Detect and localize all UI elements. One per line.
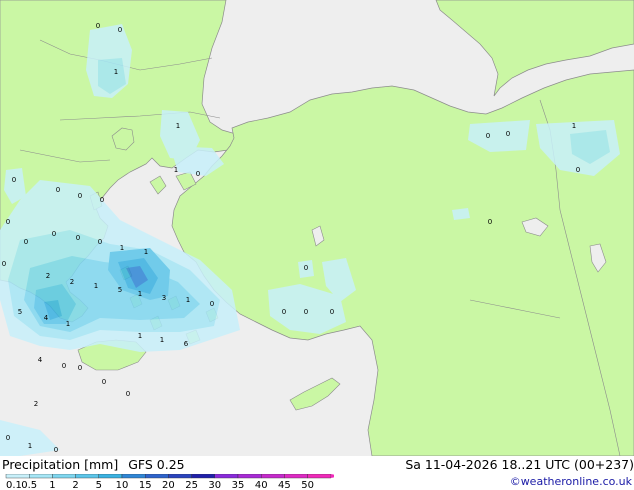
- precip-value-label: 0: [488, 218, 492, 226]
- legend-label: 10: [116, 480, 129, 490]
- model-label: GFS 0.25: [128, 457, 185, 472]
- precip-value-label: 0: [330, 308, 334, 316]
- legend-label: 50: [301, 480, 314, 490]
- map-title: Precipitation [mm] GFS 0.25: [2, 457, 191, 472]
- precip-value-label: 1: [174, 166, 178, 174]
- precip-value-label: 0: [6, 434, 10, 442]
- precip-value-label: 5: [18, 308, 22, 316]
- precip-value-label: 1: [176, 122, 180, 130]
- precip-value-label: 1: [66, 320, 70, 328]
- precip-value-label: 0: [56, 186, 60, 194]
- precip-value-label: 1: [94, 282, 98, 290]
- precip-value-label: 0: [210, 300, 214, 308]
- legend-swatch: [307, 474, 332, 479]
- precip-value-label: 0: [76, 234, 80, 242]
- credit-link[interactable]: ©weatheronline.co.uk: [510, 475, 632, 488]
- weather-map: 0 0 1 1 1 0 0 0 0 0 0 0 0 0 0 0 1 1 2 2 1 5 1 3 1 0 5 4 1 1 1 6 4 0 2 0 1 0 0 0…: [0, 0, 634, 456]
- precip-value-label: 0: [78, 364, 82, 372]
- precip-value-label: 0: [486, 132, 490, 140]
- legend-swatch: [29, 474, 53, 479]
- legend-label: 20: [162, 480, 175, 490]
- color-legend: 0.1 0.5 1 2 5 10 15 20 25 30 35 40 45 50: [5, 474, 334, 490]
- precip-value-label: 0: [576, 166, 580, 174]
- legend-swatch: [144, 474, 169, 479]
- precip-value-label: 0: [6, 218, 10, 226]
- legend-label: 40: [255, 480, 268, 490]
- precip-value-label: 1: [120, 244, 124, 252]
- precip-value-label: 0: [78, 192, 82, 200]
- precip-value-label: 0: [506, 130, 510, 138]
- precip-value-label: 1: [572, 122, 576, 130]
- legend-label: 35: [232, 480, 245, 490]
- legend-label: 0.1: [6, 480, 22, 490]
- precip-value-label: 1: [186, 296, 190, 304]
- footer: Precipitation [mm] GFS 0.25 Sa 11-04-202…: [0, 456, 634, 490]
- legend-swatch: [284, 474, 308, 479]
- legend-label: 2: [72, 480, 78, 490]
- precip-value-label: 0: [118, 26, 122, 34]
- legend-label: 25: [185, 480, 198, 490]
- precip-value-label: 1: [114, 68, 118, 76]
- precip-value-label: 4: [44, 314, 49, 322]
- precip-value-label: 0: [196, 170, 200, 178]
- legend-swatch: [237, 474, 262, 479]
- legend-arrow: [330, 474, 334, 478]
- precip-value-label: 1: [28, 442, 32, 450]
- precip-value-label: 0: [52, 230, 56, 238]
- legend-label: 0.5: [21, 480, 37, 490]
- legend-label: 5: [96, 480, 102, 490]
- precip-value-label: 5: [118, 286, 122, 294]
- legend-swatch: [75, 474, 99, 479]
- precip-value-label: 2: [46, 272, 50, 280]
- legend-swatch: [191, 474, 216, 479]
- precip-value-label: 0: [304, 308, 308, 316]
- precip-value-label: 0: [96, 22, 100, 30]
- precip-value-label: 1: [144, 248, 148, 256]
- precip-value-label: 0: [282, 308, 286, 316]
- precip-value-label: 0: [12, 176, 16, 184]
- legend-label: 45: [278, 480, 291, 490]
- legend-label: 15: [139, 480, 152, 490]
- legend-swatch: [261, 474, 285, 479]
- precip-value-label: 0: [102, 378, 106, 386]
- legend-swatch: [121, 474, 146, 479]
- legend-swatch: [214, 474, 239, 479]
- precip-value-label: 1: [160, 336, 164, 344]
- precip-value-label: 0: [304, 264, 308, 272]
- legend-swatch: [168, 474, 192, 479]
- precip-value-label: 0: [126, 390, 130, 398]
- precip-value-label: 3: [162, 294, 166, 302]
- product-label: Precipitation [mm]: [2, 457, 119, 472]
- precip-value-label: 2: [70, 278, 74, 286]
- precip-value-label: 4: [38, 356, 43, 364]
- precip-value-label: 1: [138, 332, 142, 340]
- legend-swatch: [52, 474, 76, 479]
- precip-value-label: 2: [34, 400, 38, 408]
- precip-value-label: 0: [2, 260, 6, 268]
- precip-value-label: 0: [62, 362, 66, 370]
- precip-value-label: 0: [24, 238, 28, 246]
- precip-value-label: 0: [98, 238, 102, 246]
- precip-value-label: 0: [54, 446, 58, 454]
- precip-value-label: 6: [184, 340, 189, 348]
- precip-value-label: 0: [100, 196, 104, 204]
- precip-value-label: 1: [138, 290, 142, 298]
- legend-swatch: [98, 474, 123, 479]
- legend-label: 30: [208, 480, 221, 490]
- legend-swatch: [5, 474, 30, 479]
- legend-label: 1: [49, 480, 55, 490]
- valid-time: Sa 11-04-2026 18..21 UTC (00+237): [405, 457, 634, 472]
